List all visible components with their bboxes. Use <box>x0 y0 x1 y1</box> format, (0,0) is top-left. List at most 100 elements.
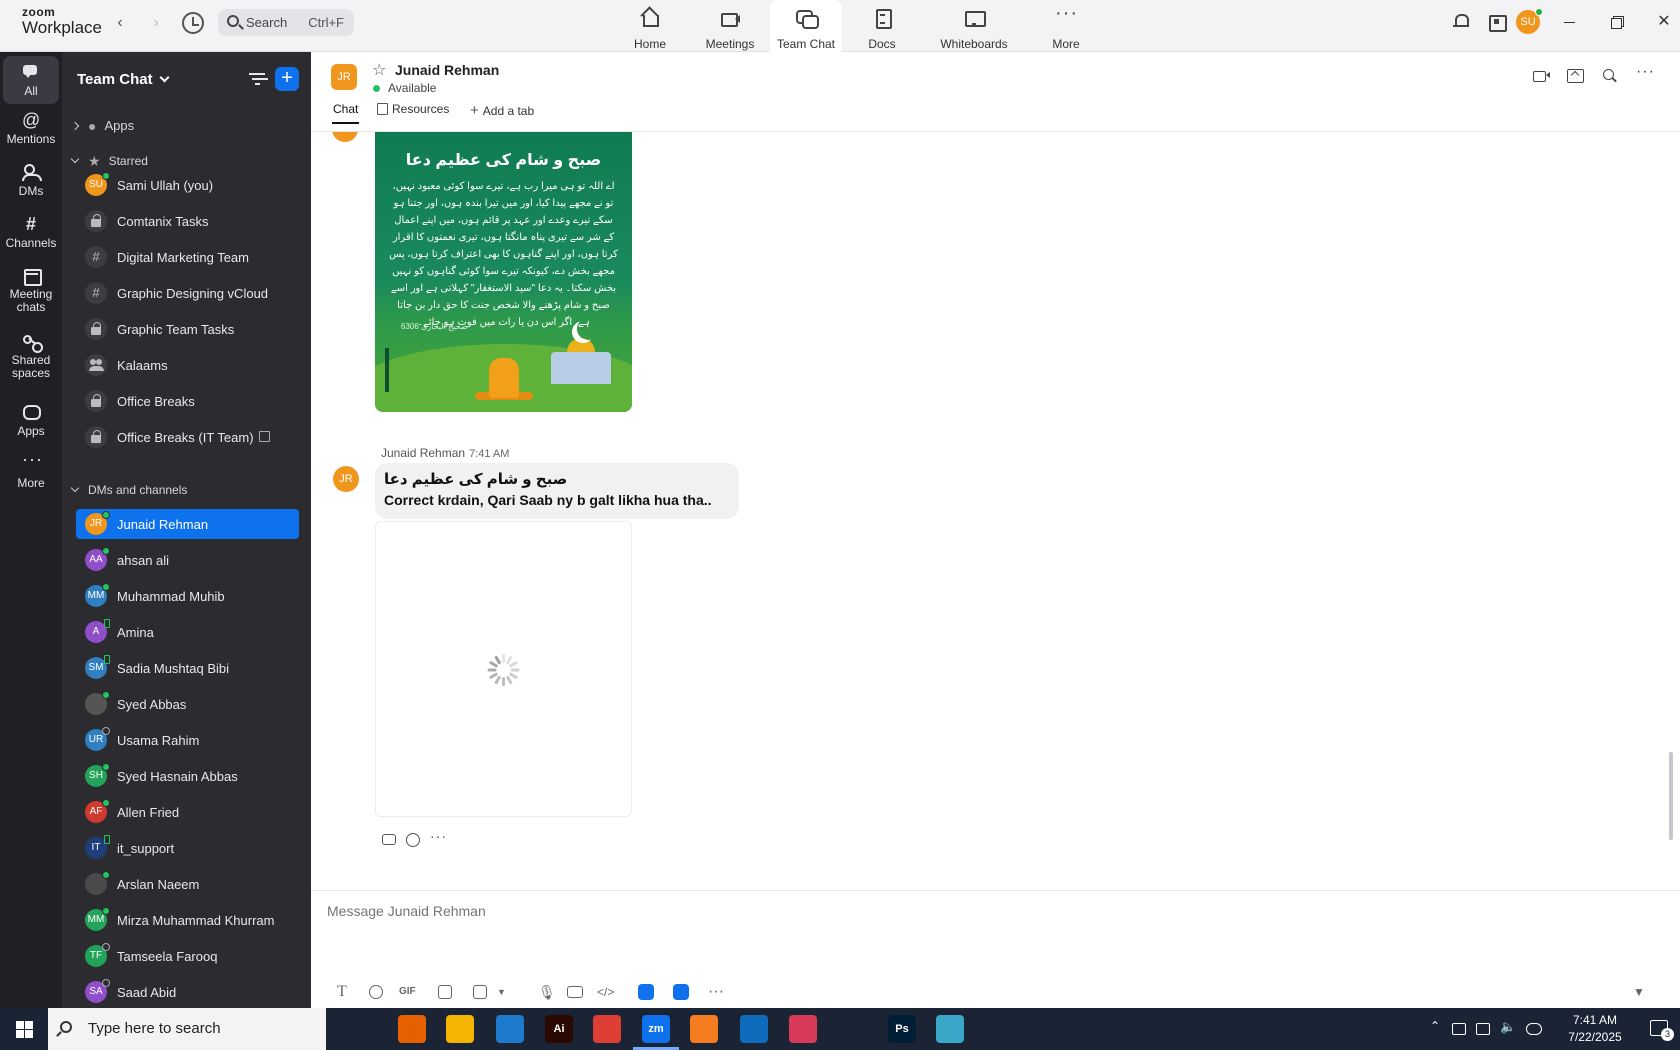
taskbar-app-vscode-icon[interactable] <box>496 1015 524 1043</box>
new-chat-button[interactable]: + <box>275 67 299 91</box>
contact-avatar[interactable]: JR <box>331 64 357 90</box>
clock[interactable]: 7:41 AM 7/22/2025 <box>1560 1012 1630 1046</box>
message-bubble[interactable]: صبح و شام کی عظیم دعا Correct krdain, Qa… <box>375 463 739 519</box>
nav-tab-more[interactable]: ··· More <box>1026 0 1106 52</box>
sidebar-item[interactable]: # Digital Marketing Team <box>76 242 299 272</box>
text-format-icon[interactable]: T <box>337 982 347 1002</box>
more-dots-icon[interactable]: ··· <box>430 829 446 848</box>
section-apps[interactable]: ● Apps <box>70 118 134 134</box>
tab-resources[interactable]: Resources <box>377 102 449 124</box>
app-icon[interactable] <box>638 984 654 1000</box>
close-window-icon[interactable]: ✕ <box>1654 12 1674 32</box>
rail-item-meeting-chats[interactable]: Meeting chats <box>3 260 59 322</box>
microphone-icon[interactable]: 🎙 <box>538 982 556 1002</box>
message-list[interactable]: صبح و شام کی عظیم دعا اے اللہ تو ہی میرا… <box>311 132 1680 888</box>
sidebar-item[interactable]: Office Breaks <box>76 386 299 416</box>
tab-add[interactable]: + Add a tab <box>470 102 534 124</box>
rail-item-channels[interactable]: # Channels <box>3 208 59 256</box>
code-snippet-icon[interactable]: </> <box>597 982 614 1002</box>
windows-start-icon[interactable] <box>16 1021 33 1038</box>
search-icon[interactable] <box>1602 68 1620 84</box>
nav-tab-whiteboards[interactable]: Whiteboards <box>922 0 1026 52</box>
emoji-icon[interactable] <box>405 832 421 848</box>
sidebar-item[interactable]: IT it_support <box>76 833 299 863</box>
sidebar-item[interactable]: AA ahsan ali <box>76 545 299 575</box>
video-message-icon[interactable] <box>567 986 583 998</box>
more-dots-icon[interactable]: ··· <box>708 982 724 1002</box>
restore-window-icon[interactable] <box>1608 12 1628 32</box>
nav-tab-docs[interactable]: Docs <box>842 0 922 52</box>
send-options-icon[interactable]: ▼ <box>1633 982 1645 1002</box>
sidebar-item[interactable]: UR Usama Rahim <box>76 725 299 755</box>
calendar-icon[interactable] <box>1488 13 1507 32</box>
history-clock-icon[interactable] <box>182 12 204 34</box>
more-dots-icon[interactable]: ··· <box>1636 64 1654 84</box>
sidebar-item[interactable]: JR Junaid Rehman <box>76 509 299 539</box>
file-icon[interactable] <box>438 985 452 999</box>
rail-item-apps[interactable]: Apps <box>3 396 59 444</box>
minimize-window-icon[interactable] <box>1560 12 1580 32</box>
rail-item-all[interactable]: All <box>3 56 59 104</box>
sidebar-item[interactable]: A Amina <box>76 617 299 647</box>
sidebar-item[interactable]: # Graphic Designing vCloud <box>76 278 299 308</box>
whiteboard-app-icon[interactable] <box>673 984 689 1000</box>
taskbar-app-photoshop-icon[interactable]: Ps <box>888 1015 916 1043</box>
message-sender[interactable]: Junaid Rehman <box>381 446 465 460</box>
network-icon[interactable] <box>1476 1023 1490 1035</box>
loading-image[interactable] <box>375 521 632 817</box>
sidebar-item[interactable]: SM Sadia Mushtaq Bibi <box>76 653 299 683</box>
taskbar-app-creative-cloud-icon[interactable] <box>789 1015 817 1043</box>
message-input[interactable] <box>327 898 1627 924</box>
sidebar-item[interactable]: Comtanix Tasks <box>76 206 299 236</box>
sidebar-item[interactable]: SU Sami Ullah (you) <box>76 170 299 200</box>
rail-item-more[interactable]: ··· More <box>3 448 59 496</box>
nav-tab-team-chat[interactable]: Team Chat <box>770 0 842 52</box>
chevron-up-icon[interactable]: ⌃ <box>1430 1019 1442 1033</box>
sidebar-item[interactable]: MM Mirza Muhammad Khurram <box>76 905 299 935</box>
device-icon[interactable] <box>1452 1023 1466 1035</box>
sidebar-item[interactable]: Kalaams <box>76 350 299 380</box>
section-starred[interactable]: ★ Starred <box>70 153 148 170</box>
taskbar-app-chrome-icon[interactable] <box>593 1015 621 1043</box>
taskbar-app-task-view-icon[interactable] <box>348 1015 376 1043</box>
rail-item-mentions[interactable]: @ Mentions <box>3 104 59 152</box>
bell-icon[interactable] <box>1452 13 1470 31</box>
sidebar-item[interactable]: MM Muhammad Muhib <box>76 581 299 611</box>
gif-icon[interactable]: GIF <box>399 982 416 1002</box>
sidebar-item[interactable]: Office Breaks (IT Team) <box>76 422 299 452</box>
language-icon[interactable] <box>1526 1023 1542 1035</box>
tab-chat[interactable]: Chat <box>332 102 360 124</box>
sidebar-title-dropdown[interactable]: Team Chat <box>77 71 170 88</box>
notification-center-icon[interactable]: 3 <box>1650 1020 1674 1041</box>
back-arrow-icon[interactable]: ‹ <box>110 13 130 33</box>
emoji-icon[interactable] <box>369 985 383 999</box>
taskbar-app-outlook-icon[interactable] <box>740 1015 768 1043</box>
sidebar-item[interactable]: Arslan Naeem <box>76 869 299 899</box>
video-call-icon[interactable] <box>1533 68 1551 84</box>
forward-arrow-icon[interactable]: › <box>146 13 166 33</box>
section-dms-and-channels[interactable]: DMs and channels <box>70 483 187 497</box>
taskbar-app-file-explorer-icon[interactable] <box>446 1015 474 1043</box>
reply-icon[interactable] <box>381 832 397 848</box>
taskbar-app-xampp-icon[interactable] <box>690 1015 718 1043</box>
taskbar-search[interactable]: Type here to search <box>48 1008 326 1050</box>
taskbar-app-app-diamond-icon[interactable] <box>936 1015 964 1043</box>
sidebar-item[interactable]: TF Tamseela Farooq <box>76 941 299 971</box>
sidebar-item[interactable]: SA Saad Abid <box>76 977 299 1007</box>
sidebar-item[interactable]: Graphic Team Tasks <box>76 314 299 344</box>
taskbar-app-pen-tool-icon[interactable] <box>838 1015 866 1043</box>
share-screen-icon[interactable] <box>1567 68 1585 84</box>
sidebar-item[interactable]: AF Allen Fried <box>76 797 299 827</box>
taskbar-app-zoom-icon[interactable]: zm <box>633 1015 679 1050</box>
taskbar-app-illustrator-icon[interactable]: Ai <box>545 1015 573 1043</box>
rail-item-shared-spaces[interactable]: Shared spaces <box>3 326 59 388</box>
chevron-down-icon[interactable]: ▼ <box>497 982 506 1002</box>
screenshot-icon[interactable] <box>473 985 487 999</box>
sender-avatar[interactable]: JR <box>333 466 359 492</box>
filter-icon[interactable] <box>249 72 265 86</box>
sidebar-item[interactable]: Syed Abbas <box>76 689 299 719</box>
taskbar-app-firefox-icon[interactable] <box>398 1015 426 1043</box>
nav-tab-meetings[interactable]: Meetings <box>690 0 770 52</box>
rail-item-dms[interactable]: DMs <box>3 156 59 204</box>
star-icon[interactable]: ☆ <box>372 60 386 80</box>
